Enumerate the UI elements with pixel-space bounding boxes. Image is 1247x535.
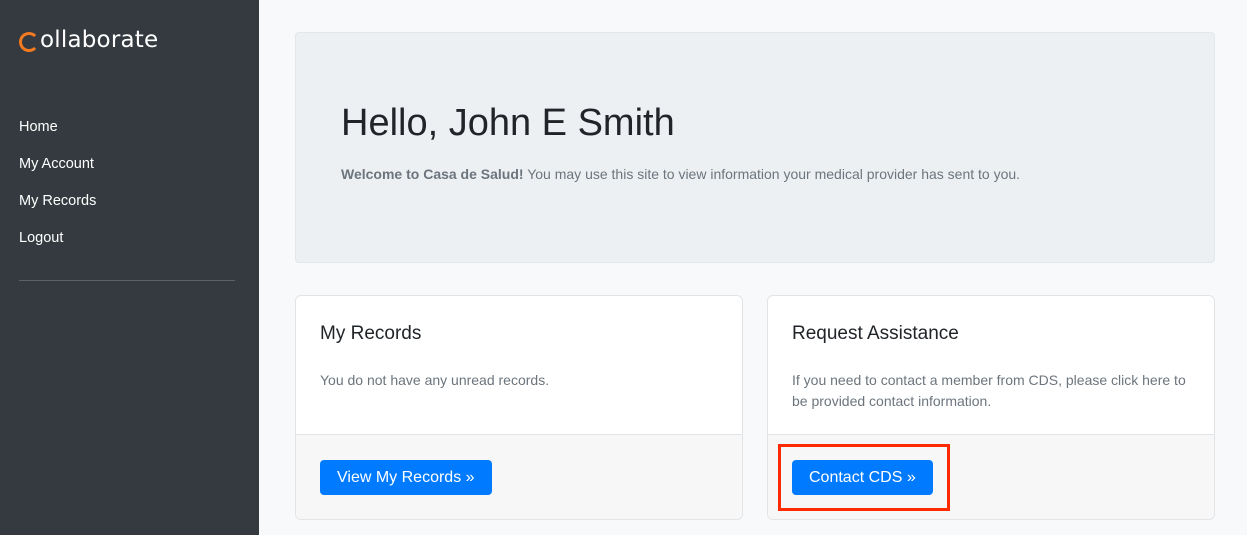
nav-link-my-records[interactable]: My Records [19, 191, 96, 211]
sidebar-item-my-records: My Records [19, 191, 96, 228]
page-title: Hello, John E Smith [341, 102, 675, 144]
request-assistance-card-title: Request Assistance [792, 323, 959, 344]
sidebar-item-my-account: My Account [19, 154, 96, 191]
nav-link-my-account[interactable]: My Account [19, 154, 94, 174]
welcome-banner: Hello, John E Smith Welcome to Casa de S… [295, 32, 1215, 263]
sidebar: ollaborate Home My Account My Records Lo… [0, 0, 259, 535]
request-assistance-card-text: If you need to contact a member from CDS… [792, 372, 1186, 409]
highlight-box [778, 444, 950, 511]
sidebar-nav: Home My Account My Records Logout [19, 117, 96, 265]
sidebar-divider [19, 280, 235, 281]
collaborate-logo[interactable]: ollaborate [19, 26, 158, 54]
logo-text: ollaborate [40, 27, 159, 53]
my-records-card: My Records You do not have any unread re… [295, 295, 743, 520]
my-records-card-title: My Records [320, 323, 422, 344]
my-records-card-text: You do not have any unread records. [320, 372, 550, 388]
sidebar-item-home: Home [19, 117, 96, 154]
view-my-records-button[interactable]: View My Records » [320, 460, 492, 495]
nav-link-logout[interactable]: Logout [19, 228, 63, 248]
welcome-message-text: You may use this site to view informatio… [523, 166, 1021, 182]
nav-link-home[interactable]: Home [19, 117, 58, 137]
welcome-message: Welcome to Casa de Salud! You may use th… [341, 164, 1020, 184]
my-records-card-footer: View My Records » [296, 434, 742, 519]
logo-c-icon [19, 32, 39, 52]
sidebar-item-logout: Logout [19, 228, 96, 265]
welcome-message-bold: Welcome to Casa de Salud! [341, 166, 524, 182]
